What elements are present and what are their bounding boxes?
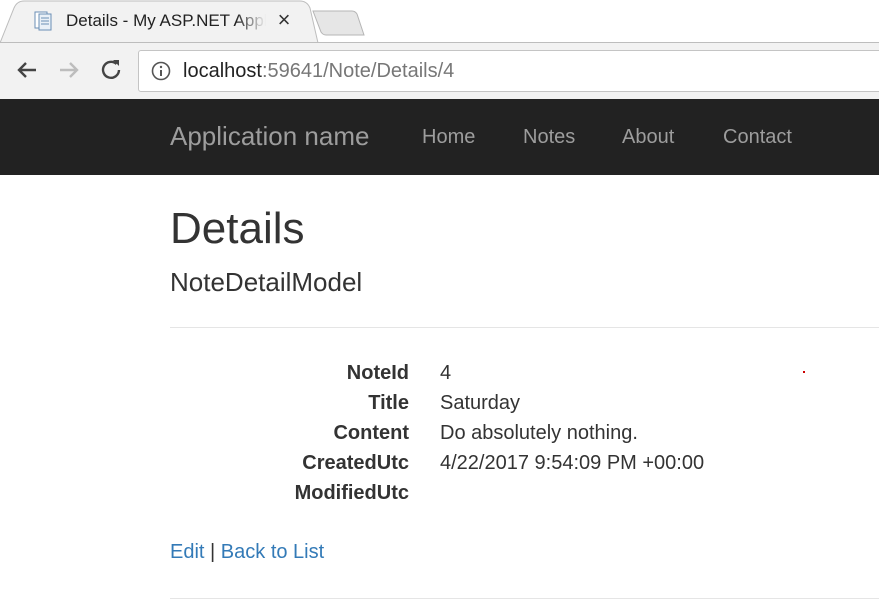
brand-link[interactable]: Application name bbox=[170, 121, 369, 152]
page-title: Details bbox=[170, 204, 305, 253]
tab-title: Details - My ASP.NET Application bbox=[66, 11, 266, 30]
nav-home-link[interactable]: Home bbox=[422, 126, 475, 149]
site-navbar: Application name Home Notes About Contac… bbox=[0, 99, 879, 175]
action-links: Edit | Back to List bbox=[170, 541, 324, 564]
field-value-createdutc: 4/22/2017 9:54:09 PM +00:00 bbox=[440, 452, 705, 474]
field-label-noteid: NoteId bbox=[346, 362, 409, 384]
info-icon[interactable] bbox=[151, 61, 171, 81]
field-label-content: Content bbox=[333, 422, 409, 444]
link-separator: | bbox=[210, 541, 216, 563]
divider-bottom bbox=[170, 598, 879, 599]
nav-about-link[interactable]: About bbox=[622, 126, 674, 149]
nav-notes-link[interactable]: Notes bbox=[523, 126, 575, 149]
model-subtitle: NoteDetailModel bbox=[170, 267, 363, 297]
divider-top bbox=[170, 327, 879, 328]
url-path: :59641/Note/Details/4 bbox=[261, 60, 455, 82]
url-text[interactable]: localhost:59641/Note/Details/4 bbox=[183, 60, 454, 83]
field-value-noteid: 4 bbox=[440, 362, 452, 384]
page-favicon-icon bbox=[34, 11, 52, 31]
url-host: localhost bbox=[183, 60, 262, 82]
address-bar[interactable]: localhost:59641/Note/Details/4 bbox=[138, 50, 879, 92]
field-label-modifiedutc: ModifiedUtc bbox=[294, 482, 409, 504]
browser-tabstrip: Details - My ASP.NET Application × bbox=[0, 0, 879, 44]
stray-dot bbox=[803, 371, 805, 373]
back-arrow-icon[interactable] bbox=[12, 55, 42, 85]
edit-link[interactable]: Edit bbox=[170, 541, 204, 563]
field-value-title: Saturday bbox=[440, 392, 521, 414]
forward-arrow-icon[interactable] bbox=[54, 55, 84, 85]
browser-toolbar: localhost:59641/Note/Details/4 bbox=[0, 42, 879, 100]
tab-close-icon[interactable]: × bbox=[272, 8, 296, 32]
new-tab-button[interactable] bbox=[312, 10, 366, 36]
nav-contact-link[interactable]: Contact bbox=[723, 126, 792, 149]
field-value-content: Do absolutely nothing. bbox=[440, 422, 638, 444]
back-to-list-link[interactable]: Back to List bbox=[221, 541, 324, 563]
field-label-title: Title bbox=[368, 392, 409, 414]
field-label-createdutc: CreatedUtc bbox=[302, 452, 409, 474]
reload-icon[interactable] bbox=[96, 55, 126, 85]
